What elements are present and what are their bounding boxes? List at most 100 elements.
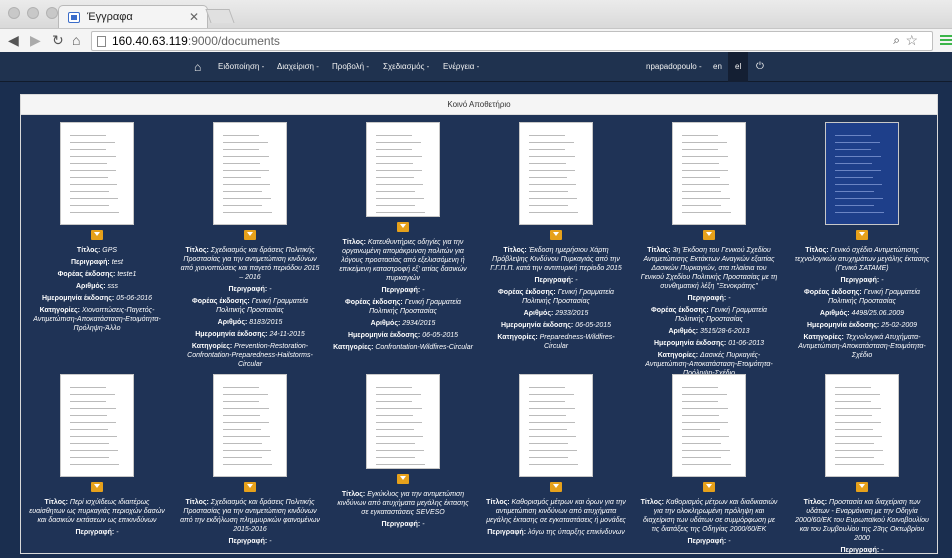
field-value: - (728, 538, 731, 545)
browser-toolbar: ◀ ▶ ↻ ⌂ 160.40.63.119:9000/documents ⌕ ☆ (0, 28, 952, 52)
download-icon[interactable] (91, 230, 103, 240)
field-label: Ημερομηνία έκδοσης: (195, 331, 270, 338)
document-field-number: Αριθμός: 2934/2015 (333, 319, 473, 328)
document-field-desc: Περιγραφή: - (639, 537, 779, 546)
document-card: Τίτλος: Εγκύκλιος για την αντιμετώπιση κ… (333, 374, 473, 532)
document-field-desc: Περιγραφή: test (27, 258, 167, 267)
field-value: λόγω της ύπαρξης επικίνδυνων (528, 529, 625, 536)
download-icon[interactable] (550, 230, 562, 240)
lang-el-link[interactable]: el (728, 52, 749, 82)
nav-planning[interactable]: Σχεδιασμός - (383, 52, 429, 82)
minimize-window-icon[interactable] (27, 7, 39, 19)
document-card: Τίτλος: Προστασία και διαχείριση των υδά… (792, 374, 932, 558)
browser-chrome: Έγγραφα ✕ ◀ ▶ ↻ ⌂ 160.40.63.119:9000/doc… (0, 0, 952, 52)
user-menu[interactable]: npapadopoulo - (646, 52, 702, 82)
document-field-date: Ημερομηνία έκδοσης: 05-06-2016 (27, 294, 167, 303)
document-field-desc: Περιγραφή: - (639, 294, 779, 303)
document-thumbnail[interactable] (366, 374, 440, 469)
document-field-desc: Περιγραφή: - (792, 276, 932, 285)
lang-en-link[interactable]: en (713, 52, 722, 82)
zoom-icon[interactable]: ⌕ (893, 33, 900, 48)
nav-management[interactable]: Διαχείριση - (277, 52, 319, 82)
field-label: Περιγραφή: (228, 538, 270, 545)
download-icon[interactable] (703, 482, 715, 492)
close-window-icon[interactable] (8, 7, 20, 19)
document-thumbnail[interactable] (60, 122, 134, 225)
field-label: Φορέας έκδοσης: (650, 307, 711, 314)
nav-notification[interactable]: Ειδοποίηση - (218, 52, 264, 82)
nav-action[interactable]: Ενέργεια - (443, 52, 479, 82)
document-thumbnail[interactable] (60, 374, 134, 477)
document-field-date: Ημερομηνία έκδοσης: 06-05-2015 (333, 331, 473, 340)
document-field-categories: Κατηγορίες: Prevention-Restoration-Confr… (180, 342, 320, 369)
document-field-desc: Περιγραφή: - (333, 520, 473, 529)
document-card: Τίτλος: GPS Περιγραφή: test Φορέας έκδοσης… (27, 122, 167, 336)
field-value: - (422, 287, 425, 294)
document-field-categories: Κατηγορίες: Confrontation-Wildfires-Circ… (333, 343, 473, 352)
document-field-categories: Κατηγορίες: Preparedness-Wildfires-Circu… (486, 333, 626, 351)
maximize-window-icon[interactable] (46, 7, 58, 19)
document-field-issuer: Φορέας έκδοσης: Γενική Γραμματεία Πολιτι… (486, 288, 626, 306)
reload-icon[interactable]: ↻ (52, 32, 64, 48)
home-icon[interactable]: ⌂ (72, 32, 80, 48)
document-field-issuer: Φορέας έκδοσης: teste1 (27, 270, 167, 279)
bookmark-star-icon[interactable]: ☆ (905, 32, 918, 49)
browser-menu-icon[interactable] (940, 33, 952, 47)
document-field-desc: Περιγραφή: - (486, 276, 626, 285)
document-thumbnail[interactable] (519, 374, 593, 477)
document-field-title: Τίτλος: Περί ισχύϊδεως ιδιαιτέρως ευαίσθ… (27, 498, 167, 525)
document-thumbnail[interactable] (366, 122, 440, 217)
url-path: :9000/documents (187, 34, 280, 48)
document-card: Τίτλος: Σχεδιασμός και δράσεις Πολιτικής… (180, 374, 320, 549)
document-field-number: Αριθμός: 2933/2015 (486, 309, 626, 318)
field-label: Περιγραφή: (687, 538, 729, 545)
document-thumbnail[interactable] (213, 374, 287, 477)
document-field-desc: Περιγραφή: - (792, 546, 932, 555)
home-nav-icon[interactable]: ⌂ (194, 52, 201, 82)
document-card: Τίτλος: Περί ισχύϊδεως ιδιαιτέρως ευαίσθ… (27, 374, 167, 540)
power-logout-icon[interactable]: ⏻ (756, 52, 764, 82)
forward-icon[interactable]: ▶ (30, 32, 41, 48)
field-value: 2933/2015 (555, 310, 589, 317)
document-thumbnail[interactable] (213, 122, 287, 225)
field-value: - (116, 529, 119, 536)
field-value: 06-05-2015 (422, 332, 459, 339)
field-label: Τίτλος: (185, 247, 211, 254)
field-label: Περιγραφή: (381, 521, 423, 528)
download-icon[interactable] (856, 482, 868, 492)
field-value: - (269, 538, 272, 545)
download-icon[interactable] (244, 482, 256, 492)
field-value: Preparedness-Wildfires-Circular (539, 334, 615, 350)
browser-tab[interactable]: Έγγραφα ✕ (58, 5, 208, 28)
document-field-desc: Περιγραφή: - (27, 528, 167, 537)
document-thumbnail[interactable] (672, 374, 746, 477)
document-card: Τίτλος: 3η Έκδοση του Γενικού Σχεδίου Αν… (639, 122, 779, 381)
document-field-desc: Περιγραφή: - (180, 537, 320, 546)
field-label: Ημερομηνία έκδοσης: (347, 332, 423, 339)
back-icon[interactable]: ◀ (8, 32, 19, 48)
document-thumbnail[interactable] (519, 122, 593, 225)
download-icon[interactable] (703, 230, 715, 240)
field-label: Περιγραφή: (534, 277, 576, 284)
document-field-issuer: Φορέας έκδοσης: Γενική Γραμματεία Πολιτι… (792, 288, 932, 306)
document-thumbnail[interactable] (825, 122, 899, 225)
field-label: Τίτλος: (342, 239, 368, 246)
field-value: - (881, 277, 884, 284)
tab-close-icon[interactable]: ✕ (189, 10, 199, 24)
download-icon[interactable] (91, 482, 103, 492)
document-thumbnail[interactable] (825, 374, 899, 477)
document-field-title: Τίτλος: Καθορισμός μέτρων και διαδικασιώ… (639, 498, 779, 534)
address-bar[interactable]: 160.40.63.119:9000/documents ⌕ ☆ (91, 31, 933, 51)
new-tab-button[interactable] (205, 9, 235, 23)
document-thumbnail[interactable] (672, 122, 746, 225)
download-icon[interactable] (397, 474, 409, 484)
field-label: Περιγραφή: (75, 529, 117, 536)
download-icon[interactable] (856, 230, 868, 240)
field-label: Τίτλος: (341, 491, 368, 498)
download-icon[interactable] (397, 222, 409, 232)
nav-view[interactable]: Προβολή - (332, 52, 369, 82)
download-icon[interactable] (550, 482, 562, 492)
url-host: 160.40.63.119 (112, 34, 188, 48)
download-icon[interactable] (244, 230, 256, 240)
field-label: Περιγραφή: (70, 259, 112, 266)
